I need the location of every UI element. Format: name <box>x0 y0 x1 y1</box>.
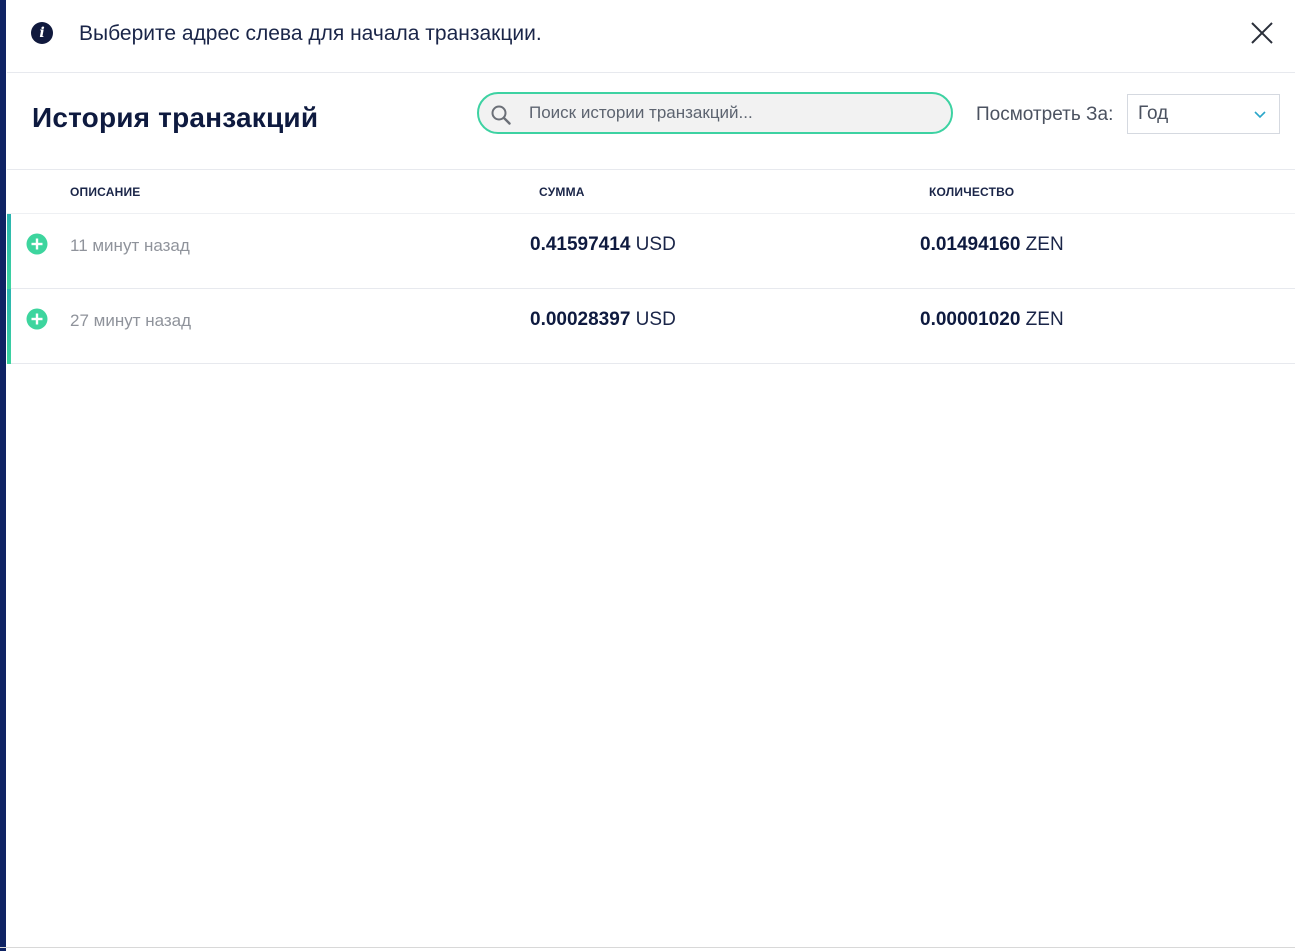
quantity-value: 0.00001020 <box>920 309 1021 330</box>
chevron-down-icon <box>1254 111 1266 119</box>
background-sidebar-edge <box>0 0 6 951</box>
search-icon <box>491 105 511 125</box>
row-accent-bar <box>7 289 11 364</box>
table-row[interactable]: 11 минут назад 0.41597414 USD 0.01494160… <box>7 214 1295 289</box>
row-amount: 0.00028397 USD <box>530 309 676 331</box>
search-input[interactable] <box>529 100 929 126</box>
history-header: История транзакций Посмотреть За: Год <box>7 73 1295 170</box>
plus-circle-icon <box>26 308 48 330</box>
page-title: История транзакций <box>32 102 319 133</box>
notice-bar: i Выберите адрес слева для начала транза… <box>7 0 1295 73</box>
row-amount: 0.41597414 USD <box>530 234 676 256</box>
row-time: 27 минут назад <box>70 311 192 330</box>
info-icon: i <box>31 22 53 44</box>
table-row[interactable]: 27 минут назад 0.00028397 USD 0.00001020… <box>7 289 1295 364</box>
amount-value: 0.41597414 <box>530 234 631 255</box>
quantity-value: 0.01494160 <box>920 234 1021 255</box>
table-header: ОПИСАНИЕ СУММА КОЛИЧЕСТВО <box>7 170 1295 214</box>
row-time: 11 минут назад <box>70 236 190 255</box>
quantity-unit: ZEN <box>1025 309 1064 330</box>
amount-value: 0.00028397 <box>530 309 631 330</box>
row-quantity: 0.01494160 ZEN <box>920 234 1064 256</box>
amount-unit: USD <box>635 234 676 255</box>
row-accent-bar <box>7 214 11 289</box>
close-button[interactable] <box>1247 18 1277 48</box>
period-selected-value: Год <box>1138 103 1169 124</box>
quantity-unit: ZEN <box>1025 234 1064 255</box>
period-select[interactable]: Год <box>1127 94 1280 134</box>
search-box[interactable] <box>477 92 953 134</box>
close-icon <box>1251 22 1273 44</box>
transaction-list: 11 минут назад 0.41597414 USD 0.01494160… <box>7 214 1295 364</box>
view-period-label: Посмотреть За: <box>976 104 1114 125</box>
column-header-amount: СУММА <box>539 185 585 199</box>
transaction-history-dialog: i Выберите адрес слева для начала транза… <box>7 0 1295 947</box>
plus-circle-icon <box>26 233 48 255</box>
bottom-divider <box>0 947 1295 948</box>
column-header-description: ОПИСАНИЕ <box>70 185 141 199</box>
notice-text: Выберите адрес слева для начала транзакц… <box>79 22 542 45</box>
amount-unit: USD <box>635 309 676 330</box>
column-header-quantity: КОЛИЧЕСТВО <box>929 185 1015 199</box>
row-quantity: 0.00001020 ZEN <box>920 309 1064 331</box>
